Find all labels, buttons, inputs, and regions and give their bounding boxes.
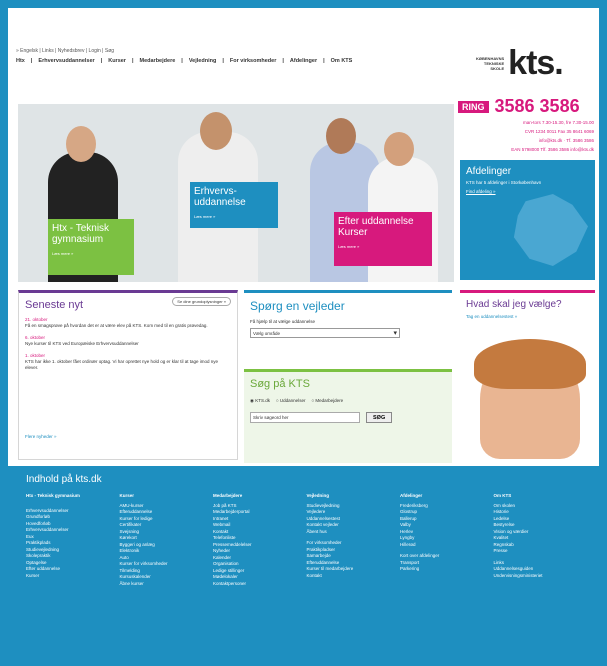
nav-for-virksomheder[interactable]: For virksomheder	[230, 58, 276, 64]
hvad-link[interactable]: Tag en uddannelsestest »	[466, 314, 589, 319]
kts-logo[interactable]: KØBENHAVNS TEKNISKE SKOLE kts.	[476, 44, 564, 83]
eud-link[interactable]: Læs mere »	[194, 211, 274, 222]
eud-title: Erhvervs-uddannelse	[194, 186, 246, 208]
radio-label: Medarbejdere	[315, 398, 344, 403]
hero-banner: Htx - Teknisk gymnasium Læs mere » Erhve…	[18, 104, 454, 282]
news-item[interactable]: 6. oktober Nye kurser til KTS ved Europæ…	[25, 335, 231, 347]
info-line: info@kts.dk · Tf. 3586 3586	[538, 138, 594, 143]
news-text: Nye kurser til KTS ved Europæiske Erhver…	[25, 341, 139, 346]
footer-column: Vejledning Studievejledning Vejledere Uddan…	[307, 493, 395, 587]
news-text: Få en smagsprøve på hvordan det er at væ…	[25, 323, 208, 328]
news-button[interactable]: Se dine grundoplysninger »	[172, 297, 231, 306]
nav-om-kts[interactable]: Om KTS	[331, 58, 353, 64]
footer-column: Medarbejdere Job på KTS Medarbejderportal I…	[213, 493, 301, 587]
news-text: KTS har ikke 1. oktober fået ordinær opt…	[25, 359, 219, 370]
nav-kurser[interactable]: Kurser	[108, 58, 126, 64]
efter-title: Efter uddannelse Kurser	[338, 216, 414, 238]
footer-column-head[interactable]: Vejledning	[307, 493, 395, 500]
footer-link[interactable]: Kurser	[26, 573, 114, 580]
radio-label: KTS.dk	[255, 398, 270, 403]
ring-label: RING	[458, 100, 489, 113]
search-panel: Søg på KTS ◉ KTS.dk ○ Uddannelser ○ Meda…	[244, 369, 452, 463]
phone-block: RING 3586 3586	[458, 96, 580, 117]
footer-column-head[interactable]: Htx - Teknisk gymnasium	[26, 493, 114, 500]
footer-column: Om KTS Om skolen Historie Ledelse Bestyrelse…	[494, 493, 582, 587]
afdelinger-title: Afdelinger	[466, 166, 512, 177]
vejleder-select[interactable]: Vælg område	[250, 328, 400, 338]
top-links[interactable]: » Engelsk | Links | Nyhedsbrev | Login |…	[16, 48, 114, 54]
footer-column-head[interactable]: Medarbejdere	[213, 493, 301, 500]
nav-afdelinger[interactable]: Afdelinger	[290, 58, 317, 64]
eud-box[interactable]: Erhvervs-uddannelse Læs mere »	[190, 182, 278, 228]
nav-vejledning[interactable]: Vejledning	[189, 58, 217, 64]
person-head	[66, 126, 96, 162]
person-head	[384, 132, 414, 166]
htx-box[interactable]: Htx - Teknisk gymnasium Læs mere »	[48, 219, 134, 275]
map-icon	[513, 194, 588, 266]
htx-link[interactable]: Læs mere »	[52, 248, 130, 259]
footer-columns: Htx - Teknisk gymnasium Erhvervsuddannels…	[26, 493, 581, 587]
logo-text: kts.	[508, 44, 564, 82]
info-line: man-tors 7.30-15.30, fre 7.30-15.00	[522, 120, 594, 125]
vejleder-panel: Spørg en vejleder Få hjælp til at vælge …	[244, 290, 452, 463]
afdelinger-link[interactable]: Find afdeling »	[466, 189, 589, 195]
phone-number: 3586 3586	[494, 96, 580, 116]
search-scope: ◉ KTS.dk ○ Uddannelser ○ Medarbejdere	[250, 398, 446, 404]
main-nav: Htx | Erhvervsuddannelser | Kurser | Medarb…	[16, 58, 353, 64]
logo-subtitle: KØBENHAVNS TEKNISKE SKOLE	[476, 56, 504, 71]
afdelinger-text: KTS har 5 afdelinger i Storkøbenhavn	[466, 180, 542, 185]
person-head	[200, 112, 232, 150]
search-title: Søg på KTS	[250, 378, 310, 390]
footer-link[interactable]: Åbne kurser	[120, 581, 208, 588]
info-line: CVR 1234 0011 Fax 35 8641 6069	[524, 129, 594, 134]
vejleder-sub: Få hjælp til at vælge uddannelse	[250, 319, 316, 324]
footer-link[interactable]: Undervisningsministeriet	[494, 573, 582, 580]
footer-link[interactable]: Parkering	[400, 566, 488, 573]
search-input[interactable]: Skriv søgeord her	[250, 412, 360, 423]
efter-box[interactable]: Efter uddannelse Kurser Læs mere »	[334, 212, 432, 266]
footer-link[interactable]: Kontaktpersoner	[213, 581, 301, 588]
hvad-panel[interactable]: Hvad skal jeg vælge? Tag en uddannelsest…	[460, 290, 595, 460]
footer-title: Indhold på kts.dk	[26, 474, 102, 485]
radio-medarbejdere[interactable]: ○ Medarbejdere	[311, 398, 343, 404]
footer-column-head[interactable]: Kurser	[120, 493, 208, 500]
page-frame: » Engelsk | Links | Nyhedsbrev | Login |…	[0, 0, 607, 666]
page: » Engelsk | Links | Nyhedsbrev | Login |…	[8, 8, 599, 658]
logo-line-3: SKOLE	[490, 66, 505, 71]
htx-title: Htx - Teknisk gymnasium	[52, 223, 110, 245]
news-item[interactable]: 1. oktober KTS har ikke 1. oktober fået …	[25, 353, 231, 371]
footer-column: Kurser AMU-kurser Efteruddannelse Kurser fo…	[120, 493, 208, 587]
hvad-title: Hvad skal jeg vælge?	[466, 299, 562, 310]
vejleder-title: Spørg en vejleder	[250, 299, 345, 313]
efter-link[interactable]: Læs mere »	[338, 241, 428, 252]
footer-column: Htx - Teknisk gymnasium Erhvervsuddannels…	[26, 493, 114, 587]
contact-info: man-tors 7.30-15.30, fre 7.30-15.00 CVR …	[486, 118, 594, 154]
news-item[interactable]: 21. oktober Få en smagsprøve på hvordan …	[25, 317, 231, 329]
nav-erhvervsuddannelser[interactable]: Erhvervsuddannelser	[38, 58, 94, 64]
radio-label: Uddannelser	[279, 398, 306, 403]
footer-link[interactable]: Kontakt	[307, 573, 395, 580]
person-head	[326, 118, 356, 154]
afdelinger-box[interactable]: Afdelinger KTS har 5 afdelinger i Storkø…	[460, 160, 595, 280]
footer: Indhold på kts.dk Htx - Teknisk gymnasiu…	[8, 466, 599, 658]
news-panel: Seneste nyt Se dine grundoplysninger » 2…	[18, 290, 238, 460]
nav-htx[interactable]: Htx	[16, 58, 25, 64]
info-line: EAN 5798000 Tlf. 3586 3586 info@kts.dk	[511, 147, 594, 152]
footer-column-head[interactable]: Afdelinger	[400, 493, 488, 500]
footer-column: Afdelinger Frederiksberg Glostrup Ballerup V…	[400, 493, 488, 587]
radio-uddannelser[interactable]: ○ Uddannelser	[276, 398, 306, 404]
boy-hair	[474, 339, 586, 389]
search-button[interactable]: SØG	[366, 412, 393, 423]
search-row: Skriv søgeord her SØG	[250, 412, 446, 423]
footer-column-head[interactable]: Om KTS	[494, 493, 582, 500]
nav-medarbejdere[interactable]: Medarbejdere	[140, 58, 176, 64]
news-more-link[interactable]: Flere nyheder »	[25, 434, 57, 439]
radio-kts[interactable]: ◉ KTS.dk	[250, 398, 270, 404]
